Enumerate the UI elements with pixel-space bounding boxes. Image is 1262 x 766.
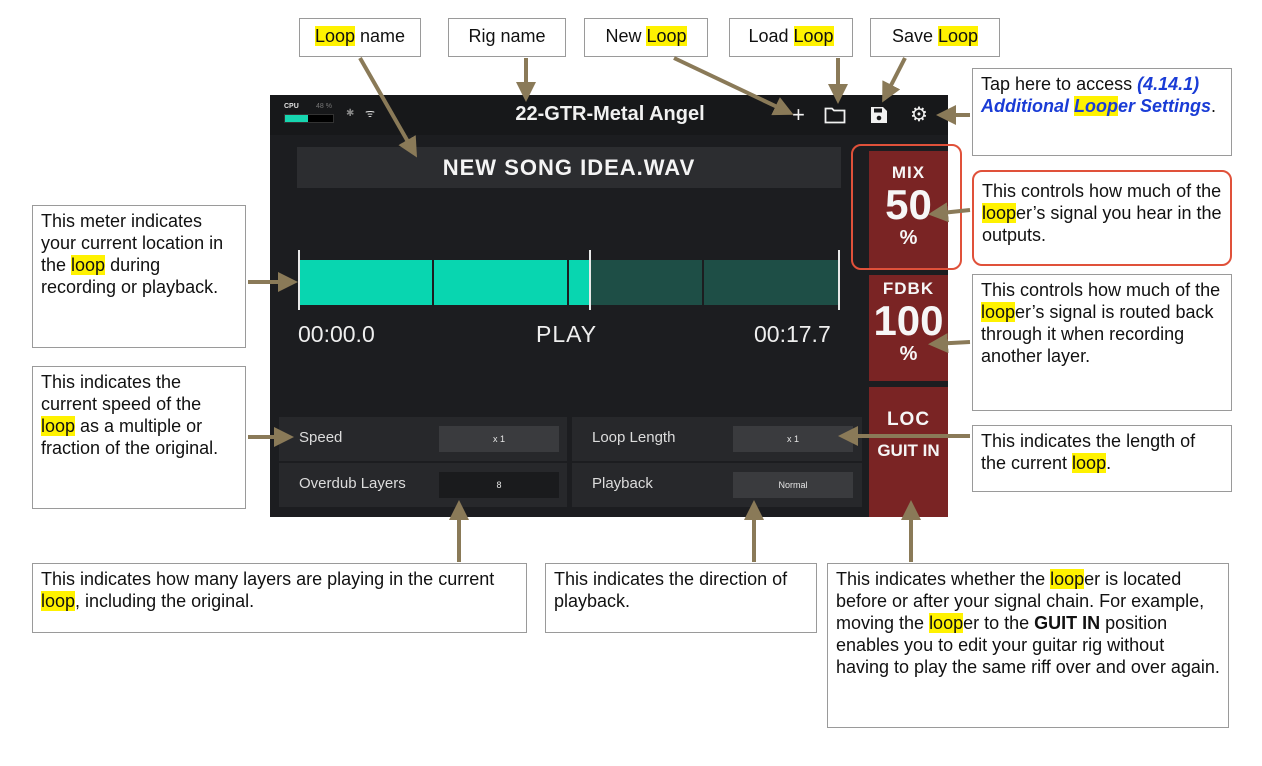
playback-value[interactable]: Normal bbox=[733, 472, 853, 498]
callout-text: This indicates the current speed of the bbox=[41, 372, 202, 414]
callout-feedback: This controls how much of the looper’s s… bbox=[972, 274, 1232, 411]
highlight: Loop bbox=[793, 26, 834, 46]
location-value: GUIT IN bbox=[877, 441, 940, 460]
location-title: LOC bbox=[886, 409, 931, 430]
time-start: 00:00.0 bbox=[298, 321, 375, 347]
save-icon[interactable] bbox=[870, 106, 888, 124]
loop-length-label: Loop Length bbox=[592, 429, 676, 446]
folder-icon[interactable] bbox=[824, 106, 846, 124]
callout-text: This controls how much of the bbox=[982, 181, 1222, 201]
feedback-title: FDBK bbox=[882, 279, 935, 298]
callout-text: This indicates whether the bbox=[836, 569, 1051, 589]
highlight: loop bbox=[1050, 569, 1085, 589]
playback-param[interactable]: Playback Normal bbox=[572, 463, 862, 507]
plus-icon[interactable]: + bbox=[792, 103, 805, 127]
location-button[interactable]: LOC GUIT IN bbox=[869, 387, 948, 517]
highlight: loop bbox=[929, 613, 964, 633]
callout-text: Rig name bbox=[468, 26, 546, 46]
meter-segment bbox=[704, 260, 838, 305]
overdub-value[interactable]: 8 bbox=[439, 472, 559, 498]
gear-icon[interactable]: ⚙ bbox=[910, 103, 928, 127]
status-bar: CPU 48 % ✱ ᯤ 22-GTR-Metal Angel + ⚙ bbox=[270, 95, 948, 135]
meter-end-tick bbox=[838, 250, 840, 310]
highlight: loop bbox=[981, 302, 1016, 322]
callout-speed: This indicates the current speed of the … bbox=[32, 366, 246, 509]
overdub-label: Overdub Layers bbox=[299, 475, 406, 492]
callout-text: . bbox=[1106, 453, 1112, 473]
callout-text: Tap here to access bbox=[981, 74, 1138, 94]
highlight: loop bbox=[1072, 453, 1107, 473]
meter-segment bbox=[434, 260, 567, 305]
callout-text: , including the original. bbox=[75, 591, 255, 611]
callout-text: er’s signal is routed back through it wh… bbox=[981, 302, 1214, 366]
callout-settings: Tap here to access (4.14.1) Additional L… bbox=[972, 68, 1232, 156]
arrow bbox=[882, 57, 907, 103]
callout-save-loop: Save Loop bbox=[870, 18, 1000, 57]
callout-text: er’s signal you hear in the outputs. bbox=[982, 203, 1222, 245]
callout-text: . bbox=[1211, 96, 1217, 116]
callout-loop-name: Loop name bbox=[299, 18, 421, 57]
cpu-meter-fill bbox=[285, 115, 309, 122]
callout-loop-length: This indicates the length of the current… bbox=[972, 425, 1232, 492]
feedback-unit: % bbox=[899, 343, 918, 365]
feedback-button[interactable]: FDBK 100 % bbox=[869, 275, 948, 381]
playback-label: Playback bbox=[592, 475, 653, 492]
highlight: Loop bbox=[646, 26, 687, 46]
rig-name[interactable]: 22-GTR-Metal Angel bbox=[460, 103, 760, 126]
loop-length-param[interactable]: Loop Length x 1 bbox=[572, 417, 862, 461]
time-end: 00:17.7 bbox=[754, 321, 831, 347]
callout-text: name bbox=[355, 26, 406, 46]
callout-meter: This meter indicates your current locati… bbox=[32, 205, 246, 348]
speed-label: Speed bbox=[299, 429, 343, 446]
bold-text: GUIT IN bbox=[1034, 613, 1101, 633]
callout-location: This indicates whether the looper is loc… bbox=[827, 563, 1229, 728]
callout-direction: This indicates the direction of playback… bbox=[545, 563, 817, 633]
callout-overdub: This indicates how many layers are playi… bbox=[32, 563, 527, 633]
callout-text: New bbox=[605, 26, 647, 46]
meter-start-tick bbox=[298, 250, 300, 310]
callout-text: er to the bbox=[963, 613, 1035, 633]
cpu-meter bbox=[284, 114, 334, 123]
highlight: loop bbox=[71, 255, 106, 275]
loop-name[interactable]: NEW SONG IDEA.WAV bbox=[297, 147, 841, 188]
callout-new-loop: New Loop bbox=[584, 18, 708, 57]
callout-text: Load bbox=[748, 26, 794, 46]
callout-rig-name: Rig name bbox=[448, 18, 566, 57]
meter-playhead bbox=[589, 250, 592, 310]
speed-value[interactable]: x 1 bbox=[439, 426, 559, 452]
meter-segment bbox=[299, 260, 432, 305]
highlight: loop bbox=[982, 203, 1017, 223]
loop-length-value[interactable]: x 1 bbox=[733, 426, 853, 452]
callout-text: Save bbox=[891, 26, 938, 46]
speed-param[interactable]: Speed x 1 bbox=[279, 417, 567, 461]
loop-meter bbox=[298, 250, 840, 310]
overdub-param[interactable]: Overdub Layers 8 bbox=[279, 463, 567, 507]
callout-text: This controls how much of the bbox=[981, 280, 1221, 300]
callout-mix: This controls how much of the looper’s s… bbox=[972, 170, 1232, 266]
highlight: Loop bbox=[937, 26, 979, 46]
play-state: PLAY bbox=[536, 321, 598, 347]
wifi-icon: ᯤ bbox=[365, 108, 376, 120]
highlight: Loop bbox=[1074, 96, 1118, 116]
callout-text: This indicates how many layers are playi… bbox=[41, 569, 495, 589]
cpu-percent: 48 % bbox=[316, 103, 332, 110]
mix-highlight-outline bbox=[851, 144, 962, 270]
callout-text: This indicates the direction of playback… bbox=[554, 569, 788, 611]
callout-load-loop: Load Loop bbox=[729, 18, 853, 57]
highlight: loop bbox=[41, 591, 76, 611]
highlight: Loop bbox=[314, 26, 355, 46]
cpu-label: CPU bbox=[284, 103, 299, 110]
looper-screen: CPU 48 % ✱ ᯤ 22-GTR-Metal Angel + ⚙ NEW … bbox=[270, 95, 948, 517]
highlight: loop bbox=[41, 416, 76, 436]
link-text: er Settings bbox=[1117, 96, 1212, 116]
feedback-value: 100 bbox=[873, 297, 944, 344]
bluetooth-icon: ✱ bbox=[346, 108, 355, 119]
